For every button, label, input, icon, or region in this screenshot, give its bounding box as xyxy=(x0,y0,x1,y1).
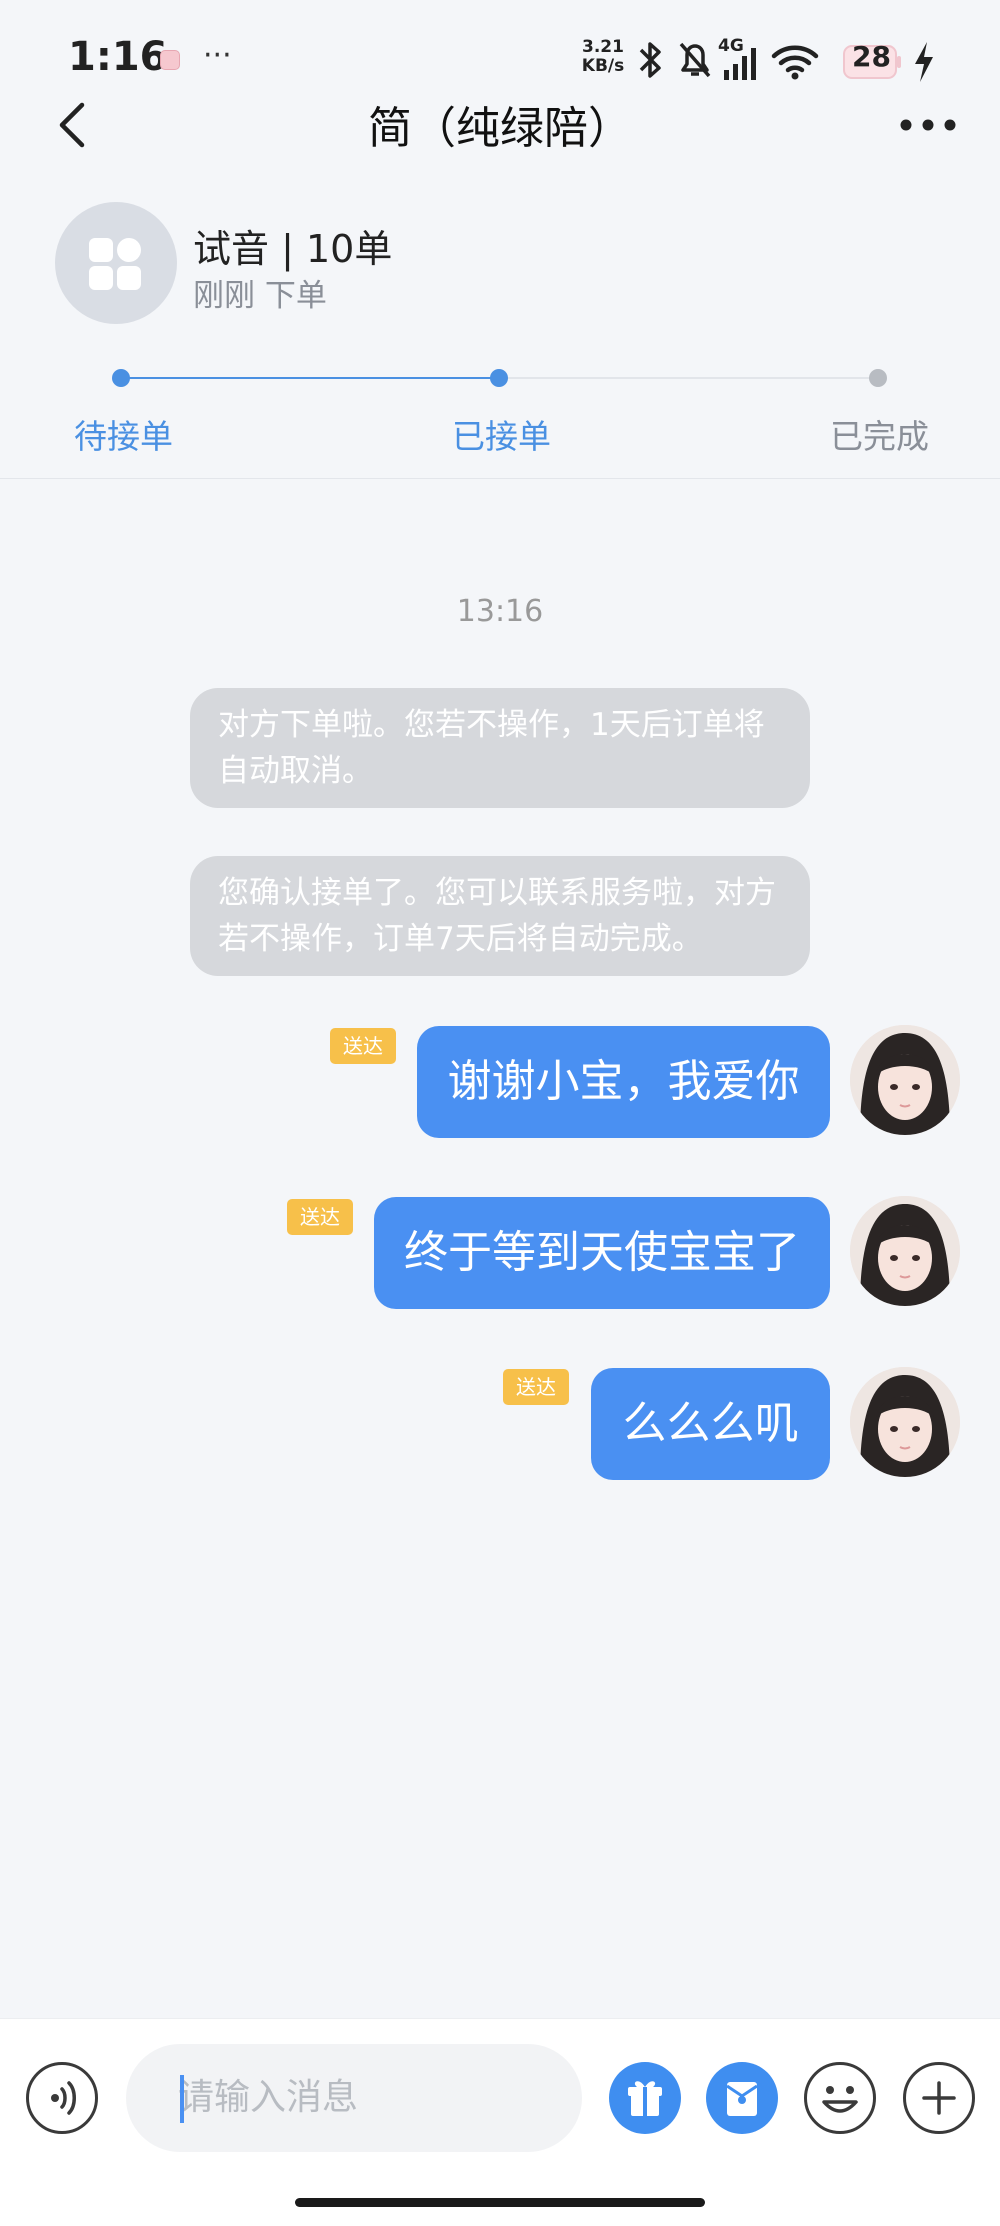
order-title[interactable]: 试音 | 10单 xyxy=(193,218,392,273)
page-title: 简（纯绿陪） xyxy=(368,103,632,154)
grid-icon xyxy=(89,238,113,262)
avatar[interactable] xyxy=(850,1025,960,1135)
plus-icon xyxy=(922,2081,956,2115)
header-divider xyxy=(0,478,1000,479)
progress-line-done xyxy=(120,377,500,379)
text-cursor xyxy=(180,2075,184,2123)
gift-button[interactable] xyxy=(609,2062,681,2134)
delivered-badge: 送达 xyxy=(503,1369,569,1405)
status-more-icon: ··· xyxy=(203,38,232,73)
delivered-badge: 送达 xyxy=(287,1199,353,1235)
avatar[interactable] xyxy=(850,1367,960,1477)
message-bubble[interactable]: 么么么叽 xyxy=(591,1368,830,1480)
message-bubble[interactable]: 终于等到天使宝宝了 xyxy=(374,1197,830,1309)
gift-icon xyxy=(628,2081,662,2116)
order-avatar xyxy=(55,202,177,324)
grid-icon-cell xyxy=(117,238,141,262)
charging-icon xyxy=(915,42,933,82)
progress-label-accepted: 已接单 xyxy=(452,417,551,456)
more-options-icon[interactable] xyxy=(898,110,958,140)
progress-label-pending-accept: 待接单 xyxy=(74,417,173,456)
plus-button[interactable] xyxy=(903,2062,975,2134)
voice-input-icon[interactable] xyxy=(26,2062,98,2134)
mute-icon xyxy=(679,42,711,78)
avatar-image xyxy=(850,1025,960,1135)
emoji-button[interactable] xyxy=(804,2062,876,2134)
avatar-image xyxy=(850,1196,960,1306)
grid-icon-cell xyxy=(89,266,113,290)
emoji-icon xyxy=(822,2086,858,2113)
red-packet-icon xyxy=(726,2082,758,2116)
message-bubble[interactable]: 谢谢小宝，我爱你 xyxy=(417,1026,830,1138)
system-message: 对方下单啦。您若不操作，1天后订单将自动取消。 xyxy=(190,688,810,808)
delivered-badge: 送达 xyxy=(330,1028,396,1064)
net-speed-unit: KB/s xyxy=(581,56,625,76)
chat-timestamp: 13:16 xyxy=(456,594,544,629)
notification-app-icon xyxy=(160,50,180,70)
progress-line-pending xyxy=(500,377,878,379)
avatar-image xyxy=(850,1367,960,1477)
order-subtitle: 刚刚 下单 xyxy=(193,278,327,314)
voice-wave-icon xyxy=(51,2081,76,2115)
status-time: 1:16 xyxy=(68,34,168,80)
grid-icon-cell xyxy=(117,266,141,290)
signal-icon xyxy=(724,48,756,80)
progress-dot-1 xyxy=(112,369,130,387)
red-packet-button[interactable] xyxy=(706,2062,778,2134)
message-input[interactable]: 请输入消息 xyxy=(126,2044,582,2152)
net-speed: 3.21 KB/s xyxy=(578,38,628,76)
system-message: 您确认接单了。您可以联系服务啦，对方若不操作，订单7天后将自动完成。 xyxy=(190,856,810,976)
avatar[interactable] xyxy=(850,1196,960,1306)
home-indicator[interactable] xyxy=(295,2198,705,2207)
battery-level: 28 xyxy=(852,40,891,73)
progress-dot-3 xyxy=(869,369,887,387)
progress-label-completed: 已完成 xyxy=(830,417,929,456)
wifi-icon xyxy=(771,45,819,80)
progress-dot-2 xyxy=(490,369,508,387)
bluetooth-icon xyxy=(639,42,661,78)
net-speed-value: 3.21 xyxy=(582,37,624,57)
